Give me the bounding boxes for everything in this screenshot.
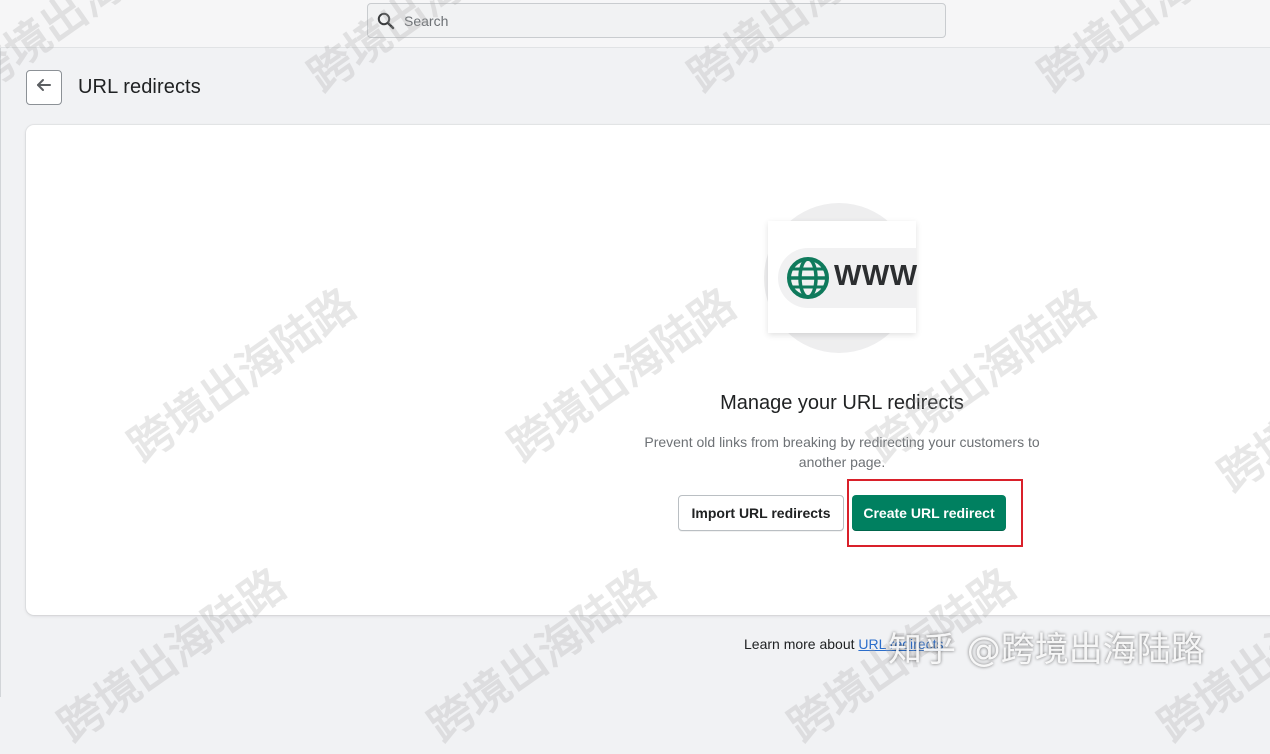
top-bar <box>0 0 1270 48</box>
empty-state-card <box>26 125 1270 615</box>
import-url-redirects-button[interactable]: Import URL redirects <box>678 495 844 531</box>
sidebar-edge <box>0 48 1 697</box>
arrow-left-icon <box>35 76 53 99</box>
globe-icon <box>786 256 830 300</box>
annotation-highlight-box <box>847 479 1023 547</box>
empty-state-description: Prevent old links from breaking by redir… <box>644 434 1040 470</box>
search-bar[interactable] <box>367 3 946 38</box>
search-icon <box>377 12 395 30</box>
page-title: URL redirects <box>78 76 201 98</box>
search-input[interactable] <box>404 4 924 37</box>
empty-state-illustration: WWW <box>764 203 918 353</box>
www-text: WWW <box>834 260 918 292</box>
empty-state-heading: Manage your URL redirects <box>720 392 964 414</box>
url-redirects-link[interactable]: URL redirects <box>858 636 943 652</box>
back-button[interactable] <box>26 70 62 105</box>
footer-help-text: Learn more about URL redirects <box>744 636 943 652</box>
footer-text: Learn more about <box>744 636 859 652</box>
